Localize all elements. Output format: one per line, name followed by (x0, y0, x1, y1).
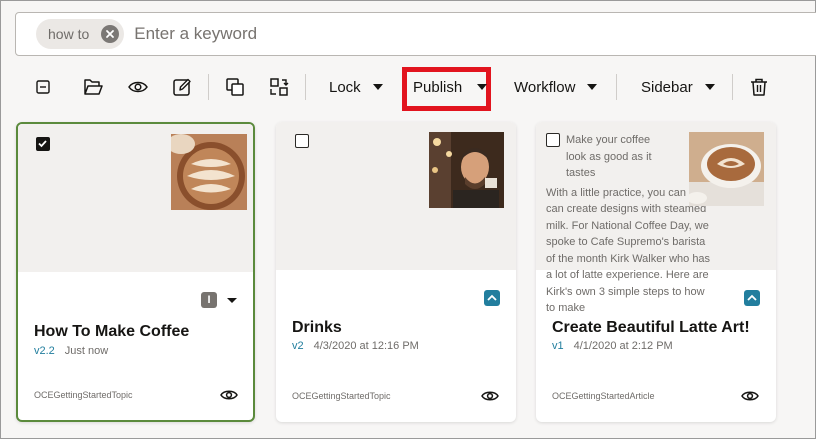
chevron-down-icon (704, 84, 715, 90)
card-version: v2 (292, 340, 304, 352)
article-preview-body: With a little practice, you can too can … (546, 186, 711, 315)
content-card[interactable]: I How To Make Coffee v2.2 Just now OCEGet… (16, 122, 255, 422)
workflow-label: Workflow (514, 78, 576, 96)
card-title[interactable]: Drinks (292, 319, 342, 337)
barista-photo-thumbnail (429, 132, 504, 208)
card-version: v1 (552, 340, 564, 352)
status-badge: I (201, 292, 217, 308)
view-icon[interactable] (741, 389, 759, 403)
latte-art-thumbnail (171, 134, 247, 210)
copy-icon[interactable] (224, 76, 246, 98)
move-icon[interactable] (268, 76, 290, 98)
card-meta: v1 4/1/2020 at 2:12 PM (552, 340, 673, 352)
card-date: Just now (64, 345, 109, 357)
sidebar-label: Sidebar (641, 78, 693, 96)
toolbar-divider (616, 74, 617, 100)
publish-menu[interactable]: Publish (413, 75, 488, 99)
article-preview-heading: Make your coffee look as good as it tast… (566, 134, 652, 179)
content-card[interactable]: Drinks v2 4/3/2020 at 12:16 PM OCEGetting… (276, 122, 516, 422)
toolbar-divider (732, 74, 733, 100)
card-type: OCEGettingStartedTopic (292, 391, 391, 401)
search-bar: how to (15, 12, 816, 56)
view-icon[interactable] (481, 389, 499, 403)
toolbar: Lock Publish Workflow Sidebar (1, 67, 816, 111)
workflow-menu[interactable]: Workflow (514, 75, 598, 99)
view-icon[interactable] (220, 388, 238, 402)
search-input[interactable] (134, 24, 635, 44)
chevron-down-icon (372, 84, 383, 90)
close-icon[interactable] (101, 25, 120, 43)
content-card[interactable]: Make your coffee look as good as it tast… (536, 122, 776, 422)
search-chip-label: how to (48, 26, 90, 42)
folder-open-icon[interactable] (82, 76, 104, 98)
card-type: OCEGettingStartedArticle (552, 391, 655, 401)
select-checkbox[interactable] (546, 133, 560, 147)
collapse-icon[interactable] (32, 76, 54, 98)
toolbar-divider (208, 74, 209, 100)
card-date: 4/3/2020 at 12:16 PM (313, 340, 419, 352)
chevron-down-icon[interactable] (227, 298, 237, 303)
card-meta: v2.2 Just now (34, 345, 108, 357)
chevron-down-icon (587, 84, 598, 90)
publish-label: Publish (413, 78, 463, 96)
sidebar-menu[interactable]: Sidebar (641, 75, 715, 99)
toolbar-divider (305, 74, 306, 100)
view-icon[interactable] (127, 76, 149, 98)
edit-icon[interactable] (171, 76, 193, 98)
chevron-up-icon[interactable] (744, 290, 760, 306)
card-meta: v2 4/3/2020 at 12:16 PM (292, 340, 419, 352)
article-preview-text: Make your coffee look as good as it tast… (546, 132, 711, 317)
card-title[interactable]: How To Make Coffee (34, 323, 189, 341)
chevron-down-icon (477, 84, 488, 90)
search-chip[interactable]: how to (36, 19, 125, 49)
select-checkbox[interactable] (295, 134, 309, 148)
card-title[interactable]: Create Beautiful Latte Art! (552, 319, 750, 337)
card-version: v2.2 (34, 345, 55, 357)
lock-label: Lock (329, 78, 361, 96)
select-checkbox[interactable] (36, 137, 50, 151)
latte-cup-thumbnail (689, 132, 764, 206)
chevron-up-icon[interactable] (484, 290, 500, 306)
trash-icon[interactable] (748, 76, 770, 98)
card-type: OCEGettingStartedTopic (34, 390, 133, 400)
lock-menu[interactable]: Lock (329, 75, 383, 99)
card-date: 4/1/2020 at 2:12 PM (573, 340, 673, 352)
